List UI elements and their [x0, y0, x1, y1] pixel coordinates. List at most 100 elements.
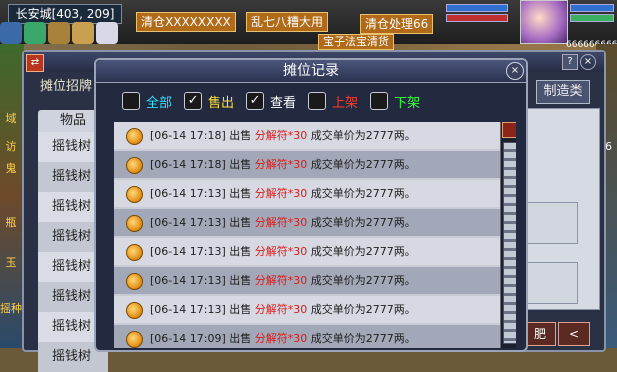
log-price: 成交单价为2777两。 — [310, 129, 416, 142]
prev-page-button[interactable]: < — [558, 322, 590, 346]
coin-icon — [126, 331, 143, 348]
log-row[interactable]: [06-14 17:09] 出售 分解符*30 成交单价为2777两。 — [114, 325, 500, 348]
item-slot[interactable] — [524, 202, 578, 244]
log-time: [06-14 17:13] — [150, 303, 226, 316]
log-row[interactable]: [06-14 17:13] 出售 分解符*30 成交单价为2777两。 — [114, 238, 500, 265]
log-time: [06-14 17:13] — [150, 187, 226, 200]
coin-icon — [126, 273, 143, 290]
filter-delisted[interactable]: 下架 — [370, 90, 420, 112]
dialog-close-button[interactable]: × — [506, 62, 524, 80]
log-scrollbar[interactable] — [500, 122, 516, 348]
log-price: 成交单价为2777两。 — [310, 158, 416, 171]
filter-sold-checkbox[interactable]: ✓ — [184, 92, 203, 110]
log-row[interactable]: [06-14 17:13] 出售 分解符*30 成交单价为2777两。 — [114, 267, 500, 294]
log-action: 出售 — [229, 216, 252, 229]
pet-hp-bar — [570, 4, 614, 12]
log-row[interactable]: [06-14 17:18] 出售 分解符*30 成交单价为2777两。 — [114, 122, 500, 149]
log-action: 出售 — [229, 187, 252, 200]
stall-window-menu-icon[interactable]: ⇄ — [26, 54, 44, 72]
side-label: 访 — [5, 140, 17, 153]
side-label: 域 — [5, 112, 17, 125]
log-time: [06-14 17:18] — [150, 158, 226, 171]
filter-listed-label: 上架 — [332, 95, 359, 111]
filter-bar: 全部 ✓ 售出 ✓ 查看 上架 下架 — [122, 90, 420, 112]
filter-sold-label: 售出 — [208, 95, 235, 111]
filter-delisted-checkbox[interactable] — [370, 92, 389, 110]
filter-viewed-checkbox[interactable]: ✓ — [246, 92, 265, 110]
coin-icon — [126, 244, 143, 261]
side-label: 玉 — [5, 256, 17, 269]
log-action: 出售 — [229, 303, 252, 316]
globe-icon[interactable] — [24, 22, 46, 44]
scroll-icon[interactable] — [72, 22, 94, 44]
coin-icon — [126, 215, 143, 232]
log-item: 分解符*30 — [254, 303, 308, 316]
mp-bar — [446, 14, 508, 22]
log-price: 成交单价为2777两。 — [310, 216, 416, 229]
item-slot[interactable] — [524, 262, 578, 304]
filter-listed[interactable]: 上架 — [308, 90, 358, 112]
filter-delisted-label: 下架 — [394, 95, 421, 111]
coin-icon — [126, 302, 143, 319]
stall-log-dialog: 摊位记录 × 全部 ✓ 售出 ✓ 查看 上架 下架 [06-14 17:18] … — [94, 58, 528, 352]
next-page-button[interactable]: 肥 — [524, 322, 556, 346]
scroll-up-button[interactable] — [502, 122, 516, 138]
log-time: [06-14 17:13] — [150, 245, 226, 258]
log-action: 出售 — [229, 245, 252, 258]
log-time: [06-14 17:13] — [150, 274, 226, 287]
character-avatar[interactable] — [520, 0, 568, 44]
hud-shortcut-icons — [0, 22, 134, 44]
player-stall-tag[interactable]: 宝子法宝清货 — [318, 34, 394, 50]
calendar-icon[interactable] — [96, 22, 118, 44]
log-price: 成交单价为2777两。 — [310, 187, 416, 200]
craft-category-button[interactable]: 制造类 — [536, 80, 590, 104]
filter-listed-checkbox[interactable] — [308, 92, 327, 110]
coin-icon — [126, 186, 143, 203]
pet-mp-bar — [570, 14, 614, 22]
filter-viewed-label: 查看 — [270, 95, 297, 111]
side-label: 瓶 — [5, 216, 17, 229]
mail-icon[interactable] — [0, 22, 22, 44]
log-action: 出售 — [229, 274, 252, 287]
log-row[interactable]: [06-14 17:13] 出售 分解符*30 成交单价为2777两。 — [114, 180, 500, 207]
log-row[interactable]: [06-14 17:18] 出售 分解符*30 成交单价为2777两。 — [114, 151, 500, 178]
side-label: 鬼 — [5, 162, 17, 175]
filter-all-checkbox[interactable] — [122, 92, 140, 110]
dialog-title: 摊位记录 — [283, 63, 339, 79]
log-price: 成交单价为2777两。 — [310, 274, 416, 287]
log-item: 分解符*30 — [254, 274, 308, 287]
log-time: [06-14 17:18] — [150, 129, 226, 142]
log-action: 出售 — [229, 158, 252, 171]
log-action: 出售 — [229, 332, 252, 345]
hp-bar — [446, 4, 508, 12]
player-stall-tag[interactable]: 乱七八糟大用 — [246, 12, 329, 32]
log-list: [06-14 17:18] 出售 分解符*30 成交单价为2777两。 [06-… — [114, 122, 516, 348]
log-price: 成交单价为2777两。 — [310, 245, 416, 258]
log-time: [06-14 17:13] — [150, 216, 226, 229]
scroll-thumb[interactable] — [503, 142, 516, 344]
log-price: 成交单价为2777两。 — [310, 303, 416, 316]
help-button[interactable]: ? — [562, 54, 578, 70]
filter-all-label: 全部 — [146, 95, 173, 111]
log-item: 分解符*30 — [254, 216, 308, 229]
log-item: 分解符*30 — [254, 187, 308, 200]
log-row[interactable]: [06-14 17:13] 出售 分解符*30 成交单价为2777两。 — [114, 209, 500, 236]
player-stall-tag[interactable]: 清仓处理66 — [360, 14, 434, 34]
player-stall-tag[interactable]: 清仓XXXXXXXX — [136, 12, 236, 32]
location-display: 长安城[403, 209] — [8, 4, 122, 24]
stall-sign-tab[interactable]: 摊位招牌 — [40, 76, 92, 98]
coin-icon — [126, 128, 143, 145]
coin-icon — [126, 157, 143, 174]
filter-viewed[interactable]: ✓ 查看 — [246, 90, 296, 112]
filter-all[interactable]: 全部 — [122, 90, 172, 112]
log-time: [06-14 17:09] — [150, 332, 226, 345]
filter-sold[interactable]: ✓ 售出 — [184, 90, 234, 112]
log-price: 成交单价为2777两。 — [310, 332, 416, 345]
log-row[interactable]: [06-14 17:13] 出售 分解符*30 成交单价为2777两。 — [114, 296, 500, 323]
log-action: 出售 — [229, 129, 252, 142]
map-icon[interactable] — [48, 22, 70, 44]
log-item: 分解符*30 — [254, 245, 308, 258]
log-item: 分解符*30 — [254, 332, 308, 345]
stall-window-close-button[interactable]: × — [580, 54, 596, 70]
log-item: 分解符*30 — [254, 129, 308, 142]
